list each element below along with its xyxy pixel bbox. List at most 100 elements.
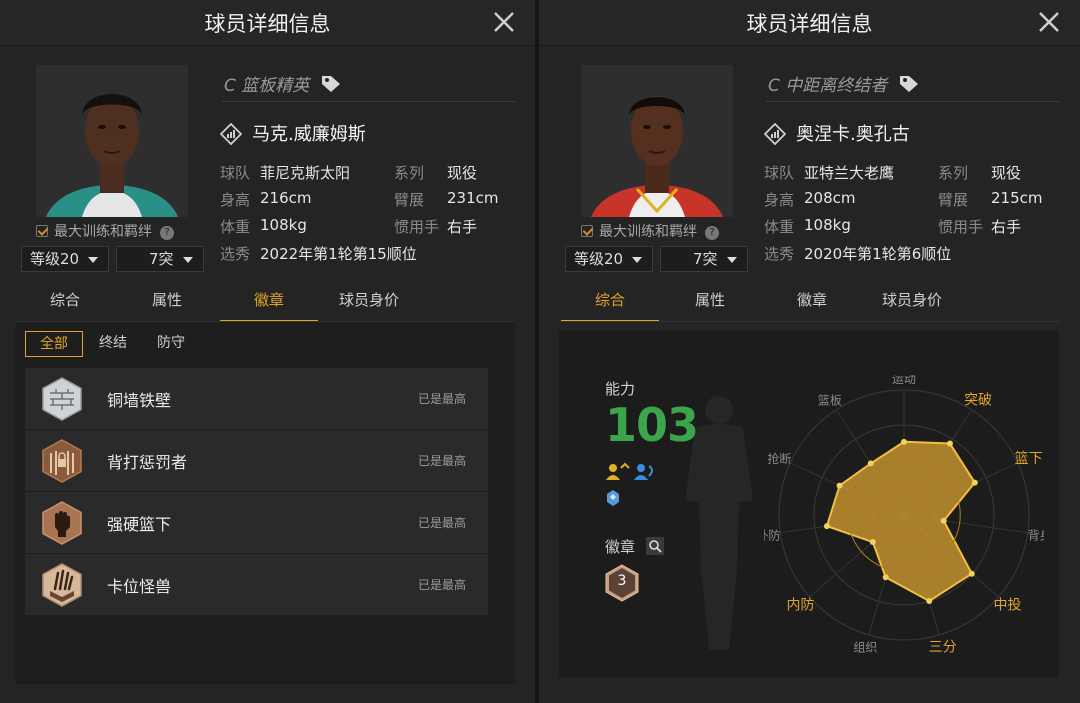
tab-player-value[interactable]: 球员身价: [320, 288, 418, 322]
badge-row[interactable]: 卡位怪兽 已是最高: [25, 554, 488, 615]
wingspan-value: 231cm: [447, 189, 499, 207]
tab-player-value[interactable]: 球员身价: [863, 288, 961, 322]
team-value: 亚特兰大老鹰: [804, 164, 895, 182]
badges-label: 徽章: [605, 538, 636, 556]
radar-point: [940, 517, 947, 524]
weight-value: 108kg: [260, 216, 307, 234]
train-label: 最大训练和羁绊: [54, 224, 152, 240]
height-label: 身高: [220, 191, 251, 209]
radar-point: [823, 523, 830, 530]
bond-up-icon: [606, 462, 630, 480]
badge-name: 背打惩罚者: [107, 453, 188, 472]
tab-badges[interactable]: 徽章: [220, 288, 318, 322]
close-icon[interactable]: [1036, 9, 1062, 35]
team-label: 球队: [220, 164, 251, 182]
max-training-toggle[interactable]: 最大训练和羁绊?: [581, 221, 719, 241]
breakthrough-select[interactable]: 7突: [116, 246, 204, 272]
caret-down-icon: [632, 257, 642, 263]
radar-point: [901, 438, 907, 445]
player-role: C 中距离终结者: [768, 71, 919, 96]
radar-axis-label: 中投: [994, 598, 1022, 614]
height-label: 身高: [764, 191, 795, 209]
ability-label: 能力: [605, 380, 636, 398]
player-detail-panel-right: 球员详细信息 最大训练和羁绊? 等级20 7突 C 中距离终结者 奥涅卡.奥孔古…: [539, 0, 1080, 703]
draft-value: 2022年第1轮第15顺位: [260, 245, 417, 263]
badge-row[interactable]: 背打惩罚者 已是最高: [25, 430, 488, 491]
hand-label: 惯用手: [938, 218, 984, 236]
close-icon[interactable]: [491, 9, 517, 35]
radar-point: [836, 482, 843, 489]
bond-link-icon: [634, 464, 653, 480]
title-bar: 球员详细信息: [539, 0, 1080, 46]
tab-overview[interactable]: 综合: [16, 288, 114, 322]
team-label: 球队: [764, 164, 795, 182]
radar-point: [867, 460, 874, 467]
weight-label: 体重: [220, 218, 251, 236]
radar-axis-label: 运动: [892, 375, 916, 386]
checkbox-icon[interactable]: [36, 225, 48, 237]
fist-icon: [42, 501, 82, 545]
checkbox-icon[interactable]: [581, 225, 593, 237]
post-lock-icon: [42, 439, 82, 483]
radar-point: [968, 570, 975, 577]
tab-attributes[interactable]: 属性: [661, 288, 759, 322]
radar-axis-label: 突破: [964, 393, 992, 409]
brick-wall-icon: [42, 377, 82, 421]
title-bar: 球员详细信息: [0, 0, 535, 46]
radar-axis-label: 三分: [929, 639, 957, 655]
draft-label: 选秀: [764, 245, 795, 263]
badge-count: 3: [605, 564, 639, 602]
caret-down-icon: [727, 257, 737, 263]
level-select[interactable]: 等级20: [21, 246, 109, 272]
subtab-all[interactable]: 全部: [25, 331, 83, 357]
tab-badges[interactable]: 徽章: [763, 288, 861, 322]
hand-value: 右手: [447, 218, 478, 236]
level-select[interactable]: 等级20: [565, 246, 653, 272]
max-training-toggle[interactable]: 最大训练和羁绊?: [36, 221, 174, 241]
player-role: C 篮板精英: [224, 71, 341, 96]
radar-point: [882, 574, 889, 581]
radar-point: [869, 539, 876, 546]
rank-icon: [220, 123, 242, 145]
weight-label: 体重: [764, 218, 795, 236]
wingspan-value: 215cm: [991, 189, 1043, 207]
player-name: 马克.威廉姆斯: [220, 120, 366, 146]
series-value: 现役: [991, 164, 1022, 182]
badge-name: 铜墙铁壁: [107, 391, 172, 410]
badge-name: 卡位怪兽: [107, 577, 172, 596]
hand-label: 惯用手: [394, 218, 440, 236]
divider: [766, 101, 1060, 102]
badge-row[interactable]: 铜墙铁壁 已是最高: [25, 368, 488, 429]
badge-row[interactable]: 强硬篮下 已是最高: [25, 492, 488, 553]
series-label: 系列: [394, 164, 425, 182]
tab-attributes[interactable]: 属性: [118, 288, 216, 322]
subtab-defense[interactable]: 防守: [146, 331, 196, 357]
monster-claw-icon: [42, 563, 82, 607]
tab-divider: [559, 321, 1059, 322]
search-icon[interactable]: [646, 537, 664, 555]
draft-value: 2020年第1轮第6顺位: [804, 245, 952, 263]
radar-point: [946, 440, 953, 447]
radar-axis-label: 抢断: [767, 451, 791, 466]
radar-axis-label: 组织: [853, 640, 877, 654]
breakthrough-select[interactable]: 7突: [660, 246, 748, 272]
breakthrough-select-value: 7突: [693, 250, 718, 268]
tag-icon: [899, 76, 918, 92]
rank-icon: [764, 123, 786, 145]
radar-point: [971, 479, 978, 486]
subtab-finishing[interactable]: 终结: [88, 331, 138, 357]
player-name-text: 马克.威廉姆斯: [252, 124, 366, 145]
badge-status: 已是最高: [417, 392, 466, 406]
tab-overview[interactable]: 综合: [561, 288, 659, 322]
breakthrough-select-value: 7突: [149, 250, 174, 268]
help-icon[interactable]: ?: [160, 226, 174, 240]
radar-axis-label: 背身: [1028, 527, 1044, 542]
badge-count-value: 3: [617, 573, 627, 589]
ability-radar-chart: 运动突破篮下背身中投三分 组织 内防 外防 抢断 篮板: [764, 375, 1044, 655]
bond-icons: [606, 462, 653, 506]
help-icon[interactable]: ?: [705, 226, 719, 240]
badge-status: 已是最高: [417, 516, 466, 530]
role-text: C 中距离终结者: [768, 76, 888, 96]
player-portrait: [581, 65, 733, 217]
draft-label: 选秀: [220, 245, 251, 263]
